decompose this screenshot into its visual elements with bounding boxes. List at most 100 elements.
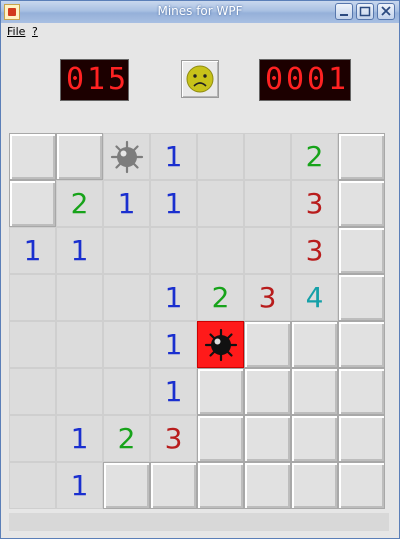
mine-count-label: 4	[305, 281, 324, 314]
revealed-cell: 1	[56, 462, 103, 509]
revealed-cell: 1	[103, 180, 150, 227]
menu-file[interactable]: File	[7, 25, 25, 38]
hidden-cell[interactable]	[103, 462, 150, 509]
hidden-cell[interactable]	[197, 462, 244, 509]
menu-help[interactable]: ?	[32, 25, 38, 38]
revealed-cell: 2	[197, 274, 244, 321]
mine-count-label: 3	[305, 234, 324, 267]
board-bottom-margin	[9, 513, 389, 531]
mine-count-label: 1	[70, 469, 89, 502]
mine-count-label: 1	[164, 140, 183, 173]
time-digit: 0	[265, 62, 284, 97]
revealed-cell	[197, 227, 244, 274]
hidden-cell[interactable]	[338, 180, 385, 227]
revealed-cell: 1	[150, 180, 197, 227]
hidden-cell[interactable]	[338, 462, 385, 509]
new-game-button[interactable]	[181, 60, 219, 98]
hidden-cell[interactable]	[9, 180, 56, 227]
mines-digit: 1	[87, 62, 106, 97]
mine-count-label: 3	[305, 187, 324, 220]
revealed-cell: 2	[103, 415, 150, 462]
revealed-cell	[103, 321, 150, 368]
hidden-cell[interactable]	[338, 227, 385, 274]
mine-count-label: 2	[211, 281, 230, 314]
mine-count-label: 1	[164, 281, 183, 314]
hidden-cell[interactable]	[244, 462, 291, 509]
revealed-cell: 1	[56, 415, 103, 462]
revealed-cell	[9, 274, 56, 321]
revealed-cell	[244, 180, 291, 227]
revealed-cell	[9, 321, 56, 368]
title-bar[interactable]: Mines for WPF	[1, 1, 399, 23]
hidden-cell[interactable]	[197, 415, 244, 462]
hidden-cell[interactable]	[338, 321, 385, 368]
minimize-icon	[340, 14, 348, 16]
revealed-cell	[197, 133, 244, 180]
revealed-cell	[56, 274, 103, 321]
revealed-cell: 2	[291, 133, 338, 180]
time-digit: 1	[328, 62, 347, 97]
menu-bar: File ?	[1, 23, 399, 41]
hidden-cell[interactable]	[291, 462, 338, 509]
revealed-cell	[56, 368, 103, 415]
revealed-cell	[9, 462, 56, 509]
mines-remaining-counter: 0 1 5	[60, 59, 129, 101]
hidden-cell[interactable]	[338, 415, 385, 462]
mine-icon	[110, 140, 144, 174]
revealed-cell: 4	[291, 274, 338, 321]
minefield: 12211311312341 11231	[9, 133, 389, 513]
hidden-cell[interactable]	[9, 133, 56, 180]
mine-count-label: 1	[164, 187, 183, 220]
mines-digit: 5	[108, 62, 127, 97]
maximize-icon	[359, 6, 371, 17]
time-digit: 0	[307, 62, 326, 97]
main-window: Mines for WPF File ? 0 1 5 0 0 0 1 1 2 2…	[0, 0, 400, 539]
revealed-cell: 1	[150, 321, 197, 368]
hidden-cell[interactable]	[338, 274, 385, 321]
revealed-cell: 3	[244, 274, 291, 321]
sad-face-icon	[186, 65, 214, 93]
mine-count-label: 3	[164, 422, 183, 455]
mine-count-label: 1	[70, 422, 89, 455]
mine-count-label: 2	[305, 140, 324, 173]
hidden-cell[interactable]	[338, 133, 385, 180]
mine-count-label: 1	[23, 234, 42, 267]
revealed-cell: 1	[150, 133, 197, 180]
maximize-button[interactable]	[356, 3, 374, 20]
mine-count-label: 1	[164, 375, 183, 408]
revealed-cell	[9, 368, 56, 415]
mines-digit: 0	[66, 62, 85, 97]
mine-cell	[103, 133, 150, 180]
mine-count-label: 3	[258, 281, 277, 314]
close-icon	[381, 6, 391, 16]
mine-count-label: 1	[117, 187, 136, 220]
elapsed-time-counter: 0 0 0 1	[259, 59, 351, 101]
hidden-cell[interactable]	[244, 321, 291, 368]
revealed-cell: 2	[56, 180, 103, 227]
mine-count-label: 1	[164, 328, 183, 361]
hidden-cell[interactable]	[150, 462, 197, 509]
hidden-cell[interactable]	[291, 415, 338, 462]
hidden-cell[interactable]	[291, 368, 338, 415]
minimize-button[interactable]	[335, 3, 353, 20]
hidden-cell[interactable]	[291, 321, 338, 368]
revealed-cell	[197, 180, 244, 227]
revealed-cell: 1	[150, 368, 197, 415]
revealed-cell	[150, 227, 197, 274]
revealed-cell: 3	[291, 180, 338, 227]
revealed-cell: 1	[9, 227, 56, 274]
revealed-cell	[103, 368, 150, 415]
hidden-cell[interactable]	[56, 133, 103, 180]
hidden-cell[interactable]	[244, 368, 291, 415]
hidden-cell[interactable]	[244, 415, 291, 462]
close-button[interactable]	[377, 3, 395, 20]
mine-count-label: 1	[70, 234, 89, 267]
revealed-cell: 3	[291, 227, 338, 274]
hidden-cell[interactable]	[338, 368, 385, 415]
revealed-cell	[103, 274, 150, 321]
hidden-cell[interactable]	[197, 368, 244, 415]
mine-count-label: 2	[117, 422, 136, 455]
revealed-cell	[244, 227, 291, 274]
exploded-mine-cell	[197, 321, 244, 368]
revealed-cell	[244, 133, 291, 180]
